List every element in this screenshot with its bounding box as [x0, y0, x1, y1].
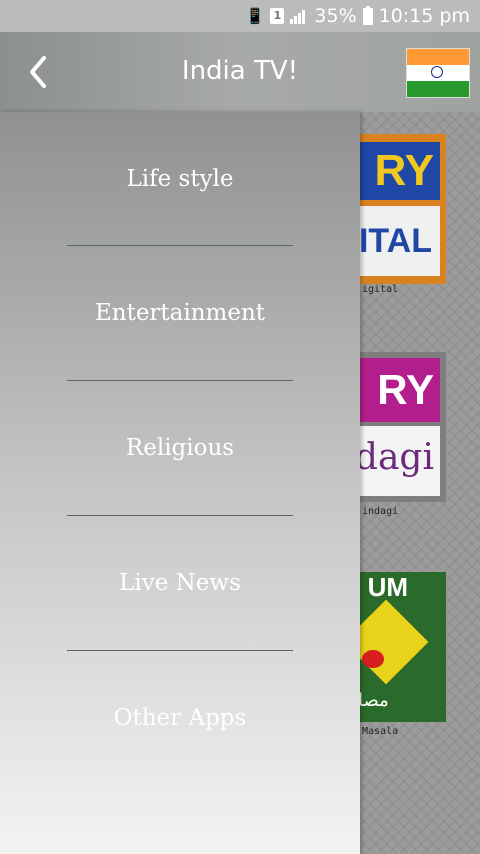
channel-caption: indagi	[362, 506, 399, 517]
vibrate-icon: 📳	[245, 7, 265, 25]
drawer-item-live-news[interactable]: Live News	[0, 570, 360, 596]
sim-icon: 1	[270, 8, 285, 24]
divider	[67, 650, 293, 651]
divider	[67, 380, 293, 381]
battery-percent: 35%	[314, 5, 357, 27]
channel-caption: igital	[362, 284, 399, 295]
navigation-drawer: Life style Entertainment Religious Live …	[0, 112, 360, 854]
status-icons: 📳 1 35% 10:15 pm	[246, 5, 470, 27]
status-bar: 📳 1 35% 10:15 pm	[0, 0, 480, 32]
app-bar: India TV!	[0, 32, 480, 112]
signal-icon	[290, 8, 308, 24]
drawer-item-entertainment[interactable]: Entertainment	[0, 300, 360, 326]
clock: 10:15 pm	[378, 5, 470, 27]
drawer-item-life-style[interactable]: Life style	[0, 166, 360, 192]
india-flag-icon[interactable]	[406, 48, 470, 98]
divider	[67, 515, 293, 516]
drawer-item-religious[interactable]: Religious	[0, 435, 360, 461]
channel-caption: Masala	[362, 726, 399, 737]
battery-icon	[362, 5, 373, 25]
drawer-item-other-apps[interactable]: Other Apps	[0, 705, 360, 731]
divider	[67, 245, 293, 246]
